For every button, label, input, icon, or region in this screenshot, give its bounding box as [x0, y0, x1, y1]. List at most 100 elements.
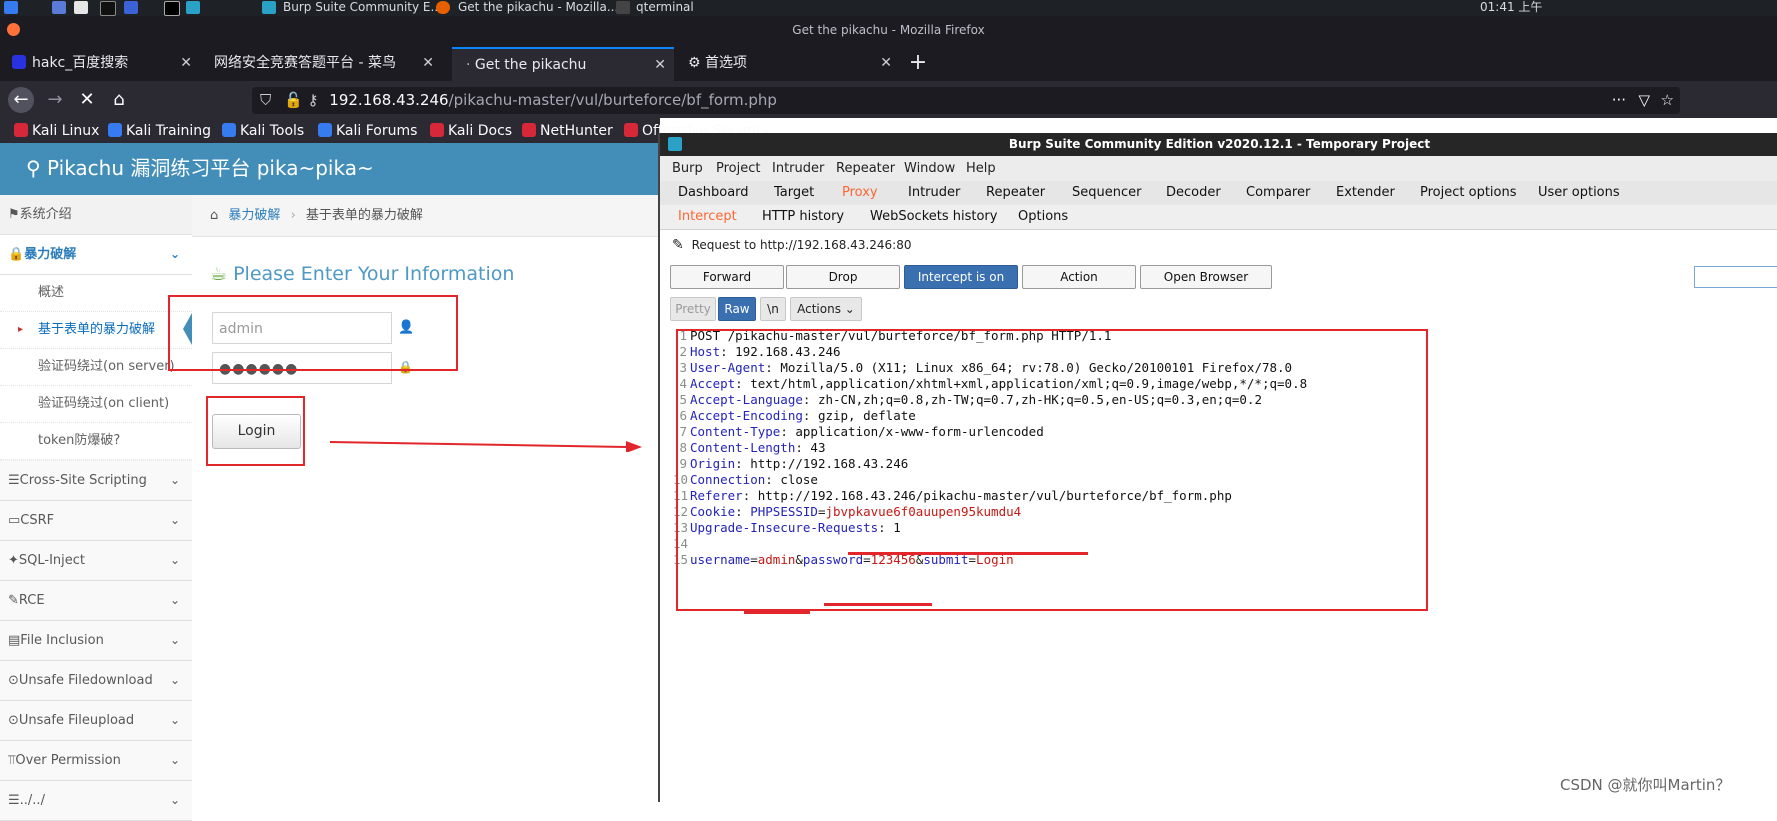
burp-logo-icon [668, 137, 682, 151]
kali-menu-icon[interactable] [4, 1, 18, 14]
tab-intruder[interactable]: Intruder [908, 181, 960, 205]
sidebar-item-label: Cross-Site Scripting [19, 473, 147, 488]
tab-repeater[interactable]: Repeater [986, 181, 1045, 205]
firefox-tab-strip: hakc_百度搜索 ✕ 网络安全竞赛答题平台 - 菜鸟 ✕ · Get the … [0, 44, 1777, 81]
burp-window: Burp Suite Community Edition v2020.12.1 … [658, 133, 1777, 802]
actions-label: Actions [797, 302, 841, 316]
subtab-websockets-history[interactable]: WebSockets history [870, 205, 997, 229]
coffee-icon: ☕ [210, 263, 228, 285]
sidebar-subitem-token[interactable]: token防爆破? [0, 423, 192, 460]
bookmark-kali-forums[interactable]: Kali Forums [318, 120, 417, 142]
brand-title[interactable]: Pikachu 漏洞练习平台 pika~pika~ [47, 156, 374, 180]
key-icon[interactable]: ⚷ [308, 91, 319, 109]
list-icon: ☰ [8, 793, 20, 808]
sidebar-subitem-label: 验证码绕过(on server) [38, 359, 175, 374]
tab-comparer[interactable]: Comparer [1246, 181, 1310, 205]
task-burp[interactable]: Burp Suite Community E... [283, 0, 442, 15]
chevron-down-icon: ⌄ [169, 793, 180, 807]
request-target-text: Request to http://192.168.43.246:80 [691, 238, 912, 252]
sidebar-subitem-overview[interactable]: 概述 [0, 275, 192, 312]
insecure-lock-icon[interactable]: 🔓 [284, 91, 303, 109]
bookmark-kali-docs[interactable]: Kali Docs [430, 120, 512, 142]
tab-dashboard[interactable]: Dashboard [678, 181, 749, 205]
more-icon[interactable]: ··· [1612, 87, 1626, 114]
pocket-icon[interactable]: ▽ [1638, 87, 1650, 114]
menu-window[interactable]: Window [904, 156, 955, 181]
tab-target[interactable]: Target [774, 181, 814, 205]
close-icon[interactable]: ✕ [180, 47, 192, 79]
bookmark-kali-training[interactable]: Kali Training [108, 120, 211, 142]
url-bar[interactable]: ⛉ 🔓 ⚷ 192.168.43.246/pikachu-master/vul/… [252, 87, 1680, 114]
menu-intruder[interactable]: Intruder [772, 156, 824, 181]
sidebar-item-xss[interactable]: ☰Cross-Site Scripting ⌄ [0, 461, 192, 501]
burp-task-icon[interactable] [186, 1, 200, 14]
task-qterminal[interactable]: qterminal [636, 0, 694, 15]
drop-button[interactable]: Drop [786, 265, 900, 289]
stop-icon[interactable]: ✕ [74, 87, 100, 113]
tab-proxy[interactable]: Proxy [842, 181, 878, 205]
tab-sequencer[interactable]: Sequencer [1072, 181, 1141, 205]
tab-project-options[interactable]: Project options [1420, 181, 1517, 205]
bookmark-kali-linux[interactable]: Kali Linux [14, 120, 99, 142]
sidebar-subitem-label: 概述 [38, 285, 65, 300]
task-firefox[interactable]: Get the pikachu - Mozilla... [458, 0, 618, 15]
home-icon[interactable]: ⌂ [210, 208, 218, 223]
files-icon[interactable] [52, 1, 66, 14]
sidebar-subitem-captcha-client[interactable]: 验证码绕过(on client) [0, 386, 192, 423]
bookmark-star-icon[interactable]: ☆ [1661, 87, 1674, 114]
shield-icon[interactable]: ⛉ [260, 91, 271, 109]
sidebar-subitem-captcha-server[interactable]: 验证码绕过(on server) [0, 349, 192, 386]
intercept-toggle-button[interactable]: Intercept is on [904, 265, 1018, 289]
breadcrumb-parent[interactable]: 暴力破解 [228, 208, 280, 223]
menu-repeater[interactable]: Repeater [836, 156, 895, 181]
sidebar-item-file-inclusion[interactable]: ▤File Inclusion ⌄ [0, 621, 192, 661]
csdn-watermark: CSDN @就你叫Martin？ [1560, 776, 1731, 794]
subtab-http-history[interactable]: HTTP history [762, 205, 844, 229]
tab-baidu[interactable]: hakc_百度搜索 ✕ [0, 47, 200, 79]
bookmark-nethunter[interactable]: NetHunter [522, 120, 613, 142]
tab-extender[interactable]: Extender [1336, 181, 1395, 205]
browser-icon[interactable] [124, 1, 138, 14]
sidebar-item-csrf[interactable]: ▭CSRF ⌄ [0, 501, 192, 541]
close-icon[interactable]: ✕ [880, 47, 892, 79]
workspace-icon[interactable] [164, 1, 180, 16]
editor-icon[interactable] [74, 1, 88, 14]
sidebar-item-rce[interactable]: ✎RCE ⌄ [0, 581, 192, 621]
tab-decoder[interactable]: Decoder [1166, 181, 1221, 205]
forward-button[interactable]: Forward [670, 265, 784, 289]
action-button[interactable]: Action [1022, 265, 1136, 289]
menu-project[interactable]: Project [716, 156, 760, 181]
terminal-icon[interactable] [100, 1, 116, 16]
close-icon[interactable]: ✕ [654, 49, 666, 81]
sidebar-item-unsafe-fileupload[interactable]: ⊙Unsafe Fileupload ⌄ [0, 701, 192, 741]
sidebar-subitem-form-bruteforce[interactable]: ▸ 基于表单的暴力破解 [0, 312, 192, 349]
pretty-tab[interactable]: Pretty [670, 297, 716, 321]
sidebar-item-path-traversal[interactable]: ☰../../ ⌄ [0, 781, 192, 821]
home-icon[interactable]: ⌂ [106, 87, 132, 113]
close-icon[interactable]: ✕ [422, 47, 434, 79]
tab-user-options[interactable]: User options [1538, 181, 1620, 205]
tab-label: hakc_百度搜索 [32, 55, 129, 71]
back-arrow-icon[interactable]: ← [8, 87, 34, 113]
comment-input[interactable] [1694, 266, 1777, 288]
open-browser-button[interactable]: Open Browser [1140, 265, 1272, 289]
actions-dropdown[interactable]: Actions ⌄ [790, 297, 862, 321]
loading-dot-icon: · [466, 57, 471, 73]
subtab-options[interactable]: Options [1018, 205, 1068, 229]
tab-preferences[interactable]: ⚙ 首选项 ✕ [678, 47, 900, 79]
tab-get-the-pikachu[interactable]: · Get the pikachu ✕ [452, 47, 674, 81]
newline-toggle[interactable]: \n [760, 297, 786, 321]
sidebar-item-intro[interactable]: ⚑系统介绍 [0, 195, 192, 235]
menu-help[interactable]: Help [966, 156, 996, 181]
new-tab-button[interactable]: + [904, 47, 932, 79]
sidebar-item-unsafe-filedownload[interactable]: ⊙Unsafe Filedownload ⌄ [0, 661, 192, 701]
sidebar-item-over-permission[interactable]: ⫪Over Permission ⌄ [0, 741, 192, 781]
tab-ctf-platform[interactable]: 网络安全竞赛答题平台 - 菜鸟 ✕ [200, 47, 442, 79]
menu-burp[interactable]: Burp [672, 156, 703, 181]
bookmark-kali-tools[interactable]: Kali Tools [222, 120, 304, 142]
subtab-intercept[interactable]: Intercept [678, 205, 737, 229]
raw-tab[interactable]: Raw [718, 297, 756, 321]
forward-arrow-icon[interactable]: → [42, 87, 68, 113]
sidebar-item-bruteforce[interactable]: 🔒暴力破解 ⌄ [0, 235, 192, 275]
sidebar-item-sqli[interactable]: ✦SQL-Inject ⌄ [0, 541, 192, 581]
